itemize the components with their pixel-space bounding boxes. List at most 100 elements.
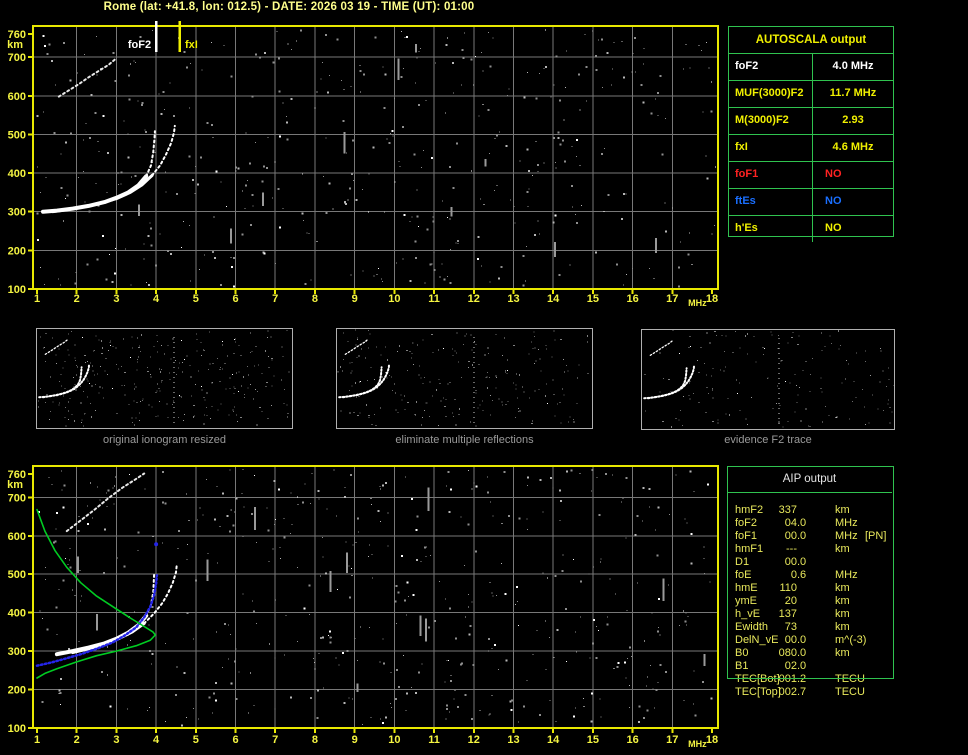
aip-row-note: [PN] (865, 530, 887, 542)
autoscala-row: foF2 4.0 MHz (729, 54, 893, 81)
autoscala-row: M(3000)F2 2.93 (729, 108, 893, 135)
aip-row-value-int: 137 (778, 608, 797, 620)
aip-row: B1 02.0 (727, 660, 892, 673)
svg-text:17: 17 (666, 734, 678, 746)
aip-row-unit: km (835, 582, 850, 594)
autoscala-row-value: 2.93 (812, 108, 893, 134)
svg-text:7: 7 (272, 734, 278, 746)
svg-text:12: 12 (468, 293, 480, 305)
autoscala-row-label: ftEs (735, 195, 756, 207)
svg-text:16: 16 (626, 734, 638, 746)
aip-row-unit: TECU (835, 673, 865, 685)
aip-row-value-int: 00 (784, 556, 797, 568)
aip-row-value-frac: .0 (797, 530, 807, 542)
svg-text:km: km (7, 479, 23, 491)
aip-row-value-int: 20 (784, 595, 797, 607)
svg-text:11: 11 (428, 734, 440, 746)
autoscala-row-value: 4.0 MHz (812, 54, 893, 80)
aip-row-value-frac: .0 (797, 634, 807, 646)
svg-text:MHz: MHz (688, 739, 707, 749)
thumbnail-evidence-f2-trace (641, 329, 895, 430)
svg-text:14: 14 (547, 293, 560, 305)
aip-row-value-int: 0 (790, 569, 797, 581)
svg-text:4: 4 (153, 734, 160, 746)
svg-text:100: 100 (8, 284, 26, 296)
autoscala-row-value: 4.6 MHz (812, 135, 893, 161)
svg-text:8: 8 (312, 734, 318, 746)
ionogram-plot-bottom: 760700600500400300200100km1 2 3 4 5 6 7 8 9 10 11 1… (7, 465, 719, 749)
aip-row-value-int: 080 (778, 647, 797, 659)
page-title: Rome (lat: +41.8, lon: 012.5) - DATE: 20… (103, 1, 475, 13)
svg-text:100: 100 (8, 723, 26, 735)
autoscala-row: ftEs NO (729, 189, 893, 216)
autoscala-row-label: MUF(3000)F2 (735, 87, 804, 99)
aip-row-unit: km (835, 543, 850, 555)
aip-rows: hmF2 337 km foF2 04.0 MHz foF1 00.0 MHz [PN] hmF1-… (727, 493, 892, 699)
aip-row-value-int: --- (786, 543, 797, 555)
svg-text:10: 10 (388, 734, 400, 746)
aip-row: TEC[Bot] 001.2 TECU (727, 673, 892, 686)
svg-text:foF2: foF2 (128, 39, 151, 51)
svg-text:12: 12 (468, 734, 480, 746)
autoscala-row: foF1 NO (729, 162, 893, 189)
aip-row: D1 00.0 (727, 556, 892, 569)
aip-row: h_vE 137 km (727, 608, 892, 621)
autoscala-rows: foF2 4.0 MHz MUF(3000)F2 11.7 MHz M(3000)F2 2… (729, 54, 893, 242)
aip-row: Ewidth 73 km (727, 621, 892, 634)
svg-text:MHz: MHz (688, 298, 707, 308)
svg-text:7: 7 (272, 293, 278, 305)
autoscala-row-value: NO (812, 189, 893, 215)
svg-text:5: 5 (193, 293, 199, 305)
aip-row-value-int: 001 (778, 673, 797, 685)
aip-row: ymE 20 km (727, 595, 892, 608)
aip-row-value-int: 02 (784, 660, 797, 672)
autoscala-row-label: fxI (735, 141, 748, 153)
autoscala-row-label: foF1 (735, 168, 759, 180)
autoscala-row-value: 11.7 MHz (812, 81, 893, 107)
svg-text:6: 6 (232, 734, 238, 746)
aip-row-unit: MHz (835, 517, 858, 529)
aip-header: AIP output (727, 466, 892, 493)
aip-row: hmF2 337 km (727, 504, 892, 517)
svg-text:4: 4 (153, 293, 160, 305)
autoscala-row: MUF(3000)F2 11.7 MHz (729, 81, 893, 108)
svg-text:10: 10 (388, 293, 400, 305)
aip-output-panel: AIP output hmF2 337 km foF2 04.0 MHz foF1 00.0 M… (727, 466, 892, 699)
aip-row: foF2 04.0 MHz (727, 517, 892, 530)
svg-text:km: km (7, 39, 23, 51)
aip-row-value-int: 00 (784, 530, 797, 542)
aip-row-unit: TECU (835, 686, 865, 698)
svg-text:8: 8 (312, 293, 318, 305)
aip-row-value-frac: .0 (797, 517, 807, 529)
autoscala-header: AUTOSCALA output (729, 27, 893, 54)
thumbnail-caption: evidence F2 trace (724, 434, 812, 446)
aip-row-unit: MHz (835, 530, 858, 542)
autoscala-row-label: M(3000)F2 (735, 114, 789, 126)
marker-label-foF2: foF2 (128, 39, 151, 51)
aip-row-value-int: 002 (778, 686, 797, 698)
ionogram-plot-top: 760700600500400300200100km1 2 3 4 5 6 7 8 9 10 11 1… (7, 21, 719, 308)
aip-row-value-frac: .2 (797, 673, 807, 685)
aip-row-value-frac: .0 (797, 647, 807, 659)
thumbnail-original-ionogram (36, 328, 293, 429)
autoscala-row-label: h'Es (735, 222, 758, 234)
svg-text:700: 700 (8, 52, 26, 64)
svg-text:300: 300 (8, 646, 26, 658)
svg-text:11: 11 (428, 293, 440, 305)
aip-row-value-frac: .0 (797, 660, 807, 672)
svg-text:fxI: fxI (185, 39, 198, 51)
svg-text:18: 18 (706, 293, 718, 305)
thumbnail-caption: eliminate multiple reflections (395, 434, 534, 446)
aip-row-value-int: 73 (784, 621, 797, 633)
marker-label-fxI: fxI (185, 39, 198, 51)
aip-row: hmF1 --- km (727, 543, 892, 556)
svg-text:2: 2 (74, 293, 80, 305)
aip-row-unit: km (835, 621, 850, 633)
svg-text:13: 13 (507, 734, 519, 746)
svg-text:15: 15 (587, 734, 599, 746)
svg-text:500: 500 (8, 569, 26, 581)
aip-row: DelN_vE 00.0 m^(-3) (727, 634, 892, 647)
aip-row-value-frac: .6 (797, 569, 807, 581)
svg-text:17: 17 (666, 293, 678, 305)
aip-row: hmE 110 km (727, 582, 892, 595)
